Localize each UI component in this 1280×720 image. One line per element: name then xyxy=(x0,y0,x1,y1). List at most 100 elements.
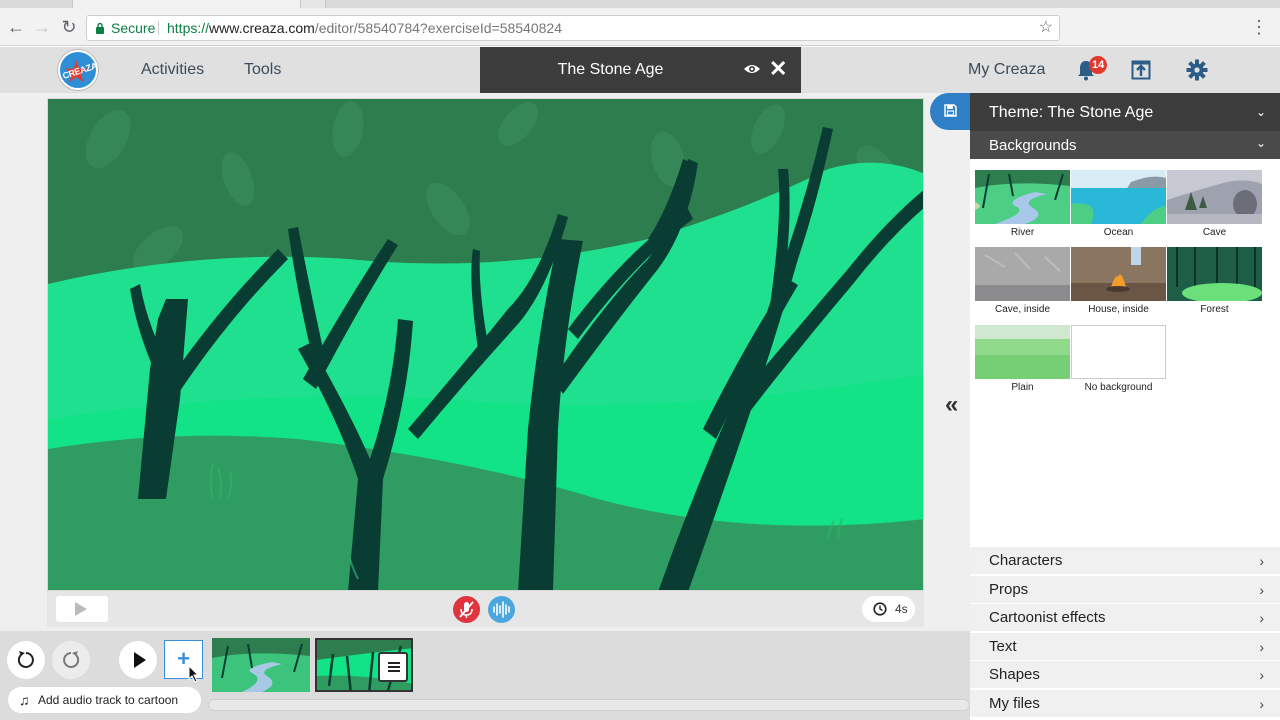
nav-tools[interactable]: Tools xyxy=(244,61,281,79)
category-label: Characters xyxy=(989,552,1063,569)
undo-button[interactable] xyxy=(7,641,45,679)
add-audio-track-button[interactable]: ♫ Add audio track to cartoon xyxy=(8,687,201,713)
library-panel: Theme: The Stone Age ⌄ Backgrounds ⌄ Riv… xyxy=(970,93,1280,720)
add-audio-track-label: Add audio track to cartoon xyxy=(38,693,179,707)
preview-play-button[interactable] xyxy=(56,596,108,622)
save-button[interactable] xyxy=(930,93,970,130)
background-label: Cave xyxy=(1202,227,1227,238)
background-label: Cave, inside xyxy=(994,304,1051,315)
reload-icon[interactable]: ↻ xyxy=(59,17,79,37)
house-inside-thumbnail xyxy=(1071,247,1166,301)
browser-tab-strip xyxy=(0,0,1280,8)
menu-line xyxy=(388,670,400,672)
background-label: House, inside xyxy=(1088,304,1149,315)
scene-duration[interactable]: 4s xyxy=(862,596,915,622)
forest-thumbnail xyxy=(1167,247,1262,301)
category-label: Cartoonist effects xyxy=(989,609,1106,626)
timeline-scrollbar[interactable] xyxy=(208,699,970,711)
background-cave-inside[interactable]: Cave, inside xyxy=(975,247,1070,315)
category-text[interactable]: Text › xyxy=(970,632,1280,660)
background-label: Ocean xyxy=(1103,227,1134,238)
plain-thumbnail xyxy=(975,325,1070,379)
browser-toolbar: ← → ↻ Secure https://www.creaza.com/edit… xyxy=(0,8,1280,46)
background-label: Forest xyxy=(1200,304,1229,315)
river-scene-thumbnail xyxy=(212,638,310,692)
ocean-thumbnail xyxy=(1071,170,1166,224)
timeline: + ♫ Add audio track to cartoon xyxy=(0,631,970,720)
url-text: https://www.creaza.com/editor/58540784?e… xyxy=(167,16,562,40)
waveform-icon xyxy=(493,601,510,618)
preview-eye-icon[interactable] xyxy=(743,62,761,76)
chevron-down-icon: ⌄ xyxy=(1255,105,1266,119)
stage-controls: 4s xyxy=(47,591,924,627)
address-bar[interactable]: Secure https://www.creaza.com/editor/585… xyxy=(86,15,1060,41)
save-icon xyxy=(944,104,957,117)
background-forest[interactable]: Forest xyxy=(1167,247,1262,315)
chevron-right-icon: › xyxy=(1259,696,1264,712)
mute-icon xyxy=(459,601,474,618)
play-icon xyxy=(134,652,146,668)
scene-thumbnail-1[interactable] xyxy=(212,638,310,692)
cave-inside-thumbnail xyxy=(975,247,1070,301)
music-note-icon: ♫ xyxy=(19,692,30,708)
background-house-inside[interactable]: House, inside xyxy=(1071,247,1166,315)
backgrounds-section-header[interactable]: Backgrounds ⌄ xyxy=(970,131,1280,159)
category-cartoonist-effects[interactable]: Cartoonist effects › xyxy=(970,603,1280,631)
new-tab-button[interactable] xyxy=(300,0,326,8)
forest-scene-artwork xyxy=(48,99,923,590)
category-characters[interactable]: Characters › xyxy=(970,546,1280,574)
url-scheme: https:// xyxy=(167,20,210,36)
bookmark-star-icon[interactable]: ☆ xyxy=(1039,16,1053,40)
gear-icon[interactable] xyxy=(1186,59,1208,81)
background-cave[interactable]: Cave xyxy=(1167,170,1262,238)
lock-icon xyxy=(96,22,104,34)
redo-button[interactable] xyxy=(52,641,90,679)
redo-icon xyxy=(63,651,80,668)
project-title-box: The Stone Age ✕ xyxy=(480,47,801,93)
chevron-right-icon: › xyxy=(1259,553,1264,569)
forward-arrow-icon[interactable]: → xyxy=(32,17,52,37)
river-thumbnail xyxy=(975,170,1070,224)
theme-selector[interactable]: Theme: The Stone Age ⌄ xyxy=(970,93,1280,131)
background-plain[interactable]: Plain xyxy=(975,325,1070,393)
close-icon[interactable]: ✕ xyxy=(769,56,787,82)
chevron-down-icon: ⌄ xyxy=(1255,136,1266,150)
my-creaza-link[interactable]: My Creaza xyxy=(968,61,1045,79)
play-cartoon-button[interactable] xyxy=(119,641,157,679)
clock-icon xyxy=(873,602,887,616)
secure-label: Secure xyxy=(111,20,156,36)
category-shapes[interactable]: Shapes › xyxy=(970,660,1280,688)
play-icon xyxy=(75,602,87,616)
menu-line xyxy=(388,666,400,668)
mute-audio-button[interactable] xyxy=(453,596,480,623)
chevron-right-icon: › xyxy=(1259,610,1264,626)
project-title[interactable]: The Stone Age xyxy=(480,61,741,79)
nav-activities[interactable]: Activities xyxy=(141,61,204,79)
back-arrow-icon[interactable]: ← xyxy=(6,17,26,37)
app-header: ★ CREAZA Activities Tools The Stone Age … xyxy=(0,47,1280,93)
creaza-logo[interactable]: ★ CREAZA xyxy=(58,50,98,90)
chevron-right-icon: › xyxy=(1259,639,1264,655)
category-my-files[interactable]: My files › xyxy=(970,689,1280,717)
category-label: Shapes xyxy=(989,666,1040,683)
browser-tab[interactable] xyxy=(72,0,302,8)
theme-label: Theme: The Stone Age xyxy=(989,104,1154,121)
audio-waveform-button[interactable] xyxy=(488,596,515,623)
duration-value: 4s xyxy=(895,602,908,616)
export-icon[interactable] xyxy=(1131,60,1151,80)
scene-menu-button[interactable] xyxy=(378,652,408,682)
cave-thumbnail xyxy=(1167,170,1262,224)
collapse-panel-icon[interactable]: « xyxy=(945,393,967,417)
undo-icon xyxy=(17,651,34,668)
background-label: No background xyxy=(1084,382,1153,393)
chevron-right-icon: › xyxy=(1259,667,1264,683)
url-path: /editor/58540784?exerciseId=58540824 xyxy=(314,20,562,36)
background-ocean[interactable]: Ocean xyxy=(1071,170,1166,238)
background-river[interactable]: River xyxy=(975,170,1070,238)
category-props[interactable]: Props › xyxy=(970,575,1280,603)
category-label: Text xyxy=(989,638,1017,655)
background-none[interactable]: No background xyxy=(1071,325,1166,393)
scene-stage[interactable] xyxy=(47,98,924,591)
url-host: www.creaza.com xyxy=(209,20,315,36)
browser-menu-icon[interactable]: ⋮ xyxy=(1250,18,1268,36)
